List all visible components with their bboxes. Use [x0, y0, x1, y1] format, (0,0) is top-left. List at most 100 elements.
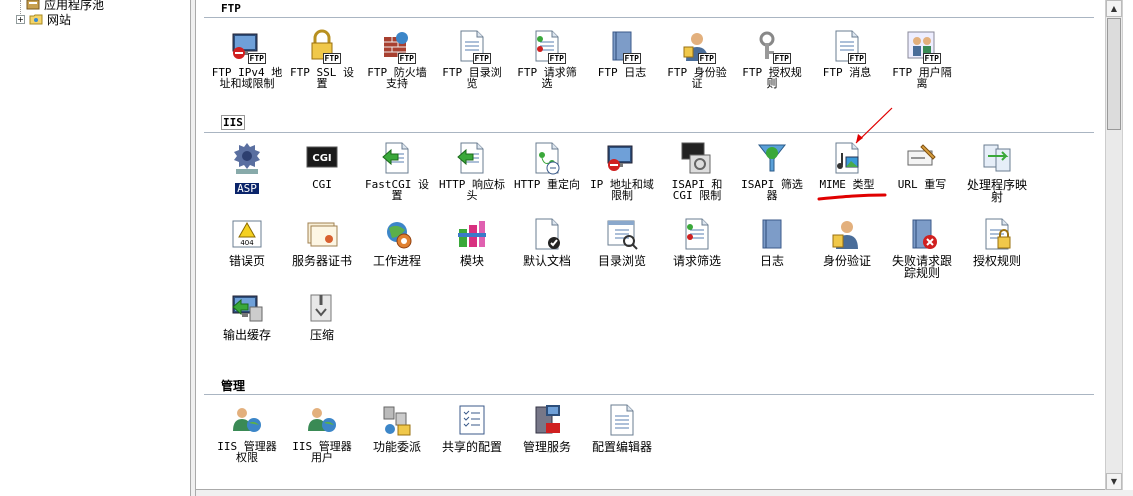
group-divider — [204, 394, 1094, 395]
ftp-badge: FTP — [397, 53, 416, 64]
feature-asp[interactable]: ASP — [209, 141, 285, 194]
feature-label: FTP 目录浏览 — [442, 66, 502, 90]
feature-dir-browse[interactable]: 目录浏览 — [584, 217, 660, 267]
ftp-badge: FTP — [322, 53, 341, 64]
scroll-up-icon[interactable]: ▲ — [1106, 0, 1122, 17]
ftp-request-filter-icon: FTP — [530, 29, 566, 64]
feature-label: 管理服务 — [522, 440, 571, 454]
tree-expand-icon[interactable]: + — [16, 14, 25, 24]
feature-ftp-auth[interactable]: FTP FTP 身份验证 — [659, 29, 735, 89]
feature-delegation-icon — [380, 403, 414, 437]
feature-ftp-firewall[interactable]: FTP FTP 防火墙 支持 — [359, 29, 435, 89]
feature-handler-mappings[interactable]: 处理程序映射 — [959, 141, 1035, 203]
feature-isapi-filters[interactable]: ISAPI 筛选器 — [734, 141, 810, 201]
feature-label: URL 重写 — [897, 178, 947, 191]
feature-label: ISAPI 和 CGI 限制 — [671, 178, 723, 202]
feature-label: FTP 请求筛选 — [517, 66, 577, 90]
isapi-cgi-icon — [680, 141, 714, 175]
feature-label: 处理程序映射 — [966, 178, 1027, 204]
cgi-icon: CGI — [305, 141, 339, 175]
tree-item-sites[interactable]: + 网站 — [16, 11, 71, 27]
group-header-manage: 管理 — [221, 379, 246, 393]
feature-label: 身份验证 — [822, 254, 871, 268]
feature-label: IP 地址和域 限制 — [590, 178, 654, 202]
feature-ftp-ipv4[interactable]: FTP FTP IPv4 地址和域限制 — [209, 29, 285, 89]
shared-config-icon — [455, 403, 489, 437]
feature-label: 失败请求跟 踪规则 — [891, 254, 952, 280]
feature-label: CGI — [312, 178, 332, 191]
group-header-iis: IIS — [221, 115, 245, 130]
isapi-filters-icon — [755, 141, 789, 175]
feature-authentication[interactable]: 身份验证 — [809, 217, 885, 267]
feature-http-redirect[interactable]: HTTP 重定向 — [509, 141, 585, 190]
feature-iis-mgr-users[interactable]: IIS 管理器 用户 — [284, 403, 360, 463]
feature-config-editor[interactable]: 配置编辑器 — [584, 403, 660, 453]
feature-compression[interactable]: 压缩 — [284, 291, 360, 341]
window-edge — [1122, 0, 1133, 496]
feature-ftp-directory[interactable]: FTP FTP 目录浏览 — [434, 29, 510, 89]
feature-ftp-authz[interactable]: FTP FTP 授权规则 — [734, 29, 810, 89]
feature-ftp-logging[interactable]: FTP FTP 日志 — [584, 29, 660, 78]
feature-default-doc[interactable]: 默认文档 — [509, 217, 585, 267]
request-filter-icon — [680, 217, 714, 251]
feature-mgmt-service[interactable]: 管理服务 — [509, 403, 585, 453]
feature-authorization[interactable]: 授权规则 — [959, 217, 1035, 267]
feature-label: ISAPI 筛选器 — [741, 178, 803, 202]
feature-logging[interactable]: 日志 — [734, 217, 810, 267]
default-doc-icon — [530, 217, 564, 251]
mime-types-icon — [830, 141, 864, 175]
feature-failed-request[interactable]: 失败请求跟 踪规则 — [884, 217, 960, 279]
mgmt-service-icon — [530, 403, 564, 437]
handler-mappings-icon — [980, 141, 1014, 175]
feature-label: HTTP 响应标头 — [438, 178, 506, 202]
ftp-badge: FTP — [922, 53, 941, 64]
svg-text:404: 404 — [240, 239, 254, 247]
modules-icon — [455, 217, 489, 251]
feature-output-cache[interactable]: 输出缓存 — [209, 291, 285, 341]
feature-isapi-cgi[interactable]: ISAPI 和 CGI 限制 — [659, 141, 735, 201]
feature-label: 输出缓存 — [222, 328, 271, 342]
feature-label: FTP IPv4 地址和域限制 — [211, 66, 283, 90]
error-pages-icon: 404 — [230, 217, 264, 251]
feature-modules[interactable]: 模块 — [434, 217, 510, 267]
ftp-ssl-icon: FTP — [305, 29, 341, 64]
feature-label: 功能委派 — [372, 440, 421, 454]
scroll-down-icon[interactable]: ▼ — [1106, 473, 1122, 490]
feature-iis-mgr-perms[interactable]: IIS 管理器 权限 — [209, 403, 285, 463]
ftp-ipv4-icon: FTP — [230, 29, 266, 64]
feature-ftp-user-isolation[interactable]: FTP FTP 用户隔离 — [884, 29, 960, 89]
ftp-badge: FTP — [622, 53, 641, 64]
connections-tree: 应用程序池 + 网站 — [0, 0, 190, 496]
url-rewrite-icon — [905, 141, 939, 175]
feature-mime-types[interactable]: MIME 类型 — [809, 141, 885, 190]
feature-fastcgi[interactable]: FastCGI 设置 — [359, 141, 435, 201]
feature-url-rewrite[interactable]: URL 重写 — [884, 141, 960, 190]
feature-label: FTP 防火墙 支持 — [367, 66, 427, 90]
scroll-thumb[interactable] — [1107, 18, 1121, 130]
feature-label: FTP 日志 — [597, 66, 647, 79]
feature-ftp-messages[interactable]: FTP FTP 消息 — [809, 29, 885, 78]
failed-request-icon — [905, 217, 939, 251]
feature-http-headers[interactable]: HTTP 响应标头 — [434, 141, 510, 201]
feature-label: 默认文档 — [522, 254, 571, 268]
feature-ftp-ssl[interactable]: FTP FTP SSL 设置 — [284, 29, 360, 89]
feature-server-certs[interactable]: 服务器证书 — [284, 217, 360, 267]
asp-icon — [230, 141, 264, 175]
feature-label: 目录浏览 — [597, 254, 646, 268]
authorization-icon — [980, 217, 1014, 251]
feature-cgi[interactable]: CGI CGI — [284, 141, 360, 190]
iis-mgr-perms-icon — [230, 403, 264, 437]
feature-worker-process[interactable]: 工作进程 — [359, 217, 435, 267]
sites-folder-icon — [29, 13, 43, 25]
group-divider — [204, 132, 1094, 133]
feature-ftp-request-filter[interactable]: FTP FTP 请求筛选 — [509, 29, 585, 89]
ftp-badge: FTP — [847, 53, 866, 64]
feature-ip-restrictions[interactable]: IP 地址和域 限制 — [584, 141, 660, 201]
feature-feature-delegation[interactable]: 功能委派 — [359, 403, 435, 453]
feature-label: 模块 — [459, 254, 484, 268]
vertical-scrollbar[interactable]: ▲ ▼ — [1105, 0, 1122, 490]
feature-request-filter[interactable]: 请求筛选 — [659, 217, 735, 267]
status-strip — [196, 490, 1133, 496]
feature-shared-config[interactable]: 共享的配置 — [434, 403, 510, 453]
feature-error-pages[interactable]: 404 错误页 — [209, 217, 285, 267]
